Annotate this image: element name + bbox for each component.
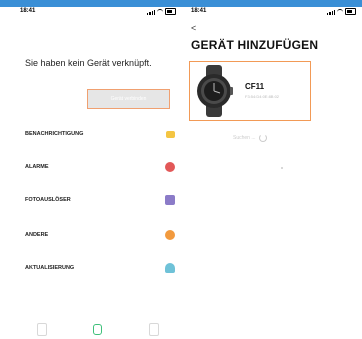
device-list-item[interactable]: CF11 F3:54:D4:0E:8B:02 [189,61,311,121]
status-time: 18:41 [20,8,36,14]
bottom-nav [14,321,182,337]
battery-icon [345,8,356,15]
profile-tab-icon[interactable] [148,322,159,336]
menu-item-label: FOTOAUSLÖSER [25,197,71,203]
spinner-icon [258,134,267,142]
wifi-icon [157,9,163,14]
menu-item-label: ALARME [25,164,49,170]
left-phone-screen: 18:41 Sie haben kein Gerät verknüpft. Ge… [14,7,182,339]
no-device-message: Sie haben kein Gerät verknüpft. [25,58,152,68]
device-tab-icon[interactable] [37,322,48,336]
menu-item-camera[interactable]: FOTOAUSLÖSER [25,194,175,208]
menu-item-other[interactable]: ANDERE [25,229,175,243]
status-bar: 18:41 [191,8,356,18]
menu-item-label: BENACHRICHTIGUNG [25,131,84,137]
menu-item-update[interactable]: AKTUALISIERUNG [25,262,175,276]
menu-item-label: ANDERE [25,232,49,238]
battery-icon [165,8,176,15]
searching-indicator: Suchen ... [233,134,267,142]
back-button[interactable]: < [191,23,196,33]
menu-item-alarms[interactable]: ALARME [25,161,175,175]
watch-tab-icon[interactable] [93,323,103,335]
status-time: 18:41 [191,8,207,14]
status-bar: 18:41 [20,8,176,18]
gear-icon [165,230,175,240]
divider-dot [281,167,283,169]
signal-icon [327,9,335,15]
device-name: CF11 [245,82,265,91]
camera-icon [165,195,175,205]
searching-label: Suchen ... [233,135,256,141]
update-icon [165,263,175,273]
signal-icon [147,9,155,15]
alarm-icon [165,162,175,172]
page-title: GERÄT HINZUFÜGEN [191,38,319,52]
wifi-icon [337,9,343,14]
menu-item-label: AKTUALISIERUNG [25,265,75,271]
right-phone-screen: 18:41 < GERÄT HINZUFÜGEN CF11 F3:54:D4:0… [185,7,362,339]
menu-item-notification[interactable]: BENACHRICHTIGUNG [25,128,175,142]
connect-device-button[interactable]: Gerät verbinden [87,89,170,109]
watch-image [197,65,233,117]
message-icon [166,131,175,138]
device-mac-address: F3:54:D4:0E:8B:02 [245,94,280,99]
top-accent-bar [0,0,362,7]
